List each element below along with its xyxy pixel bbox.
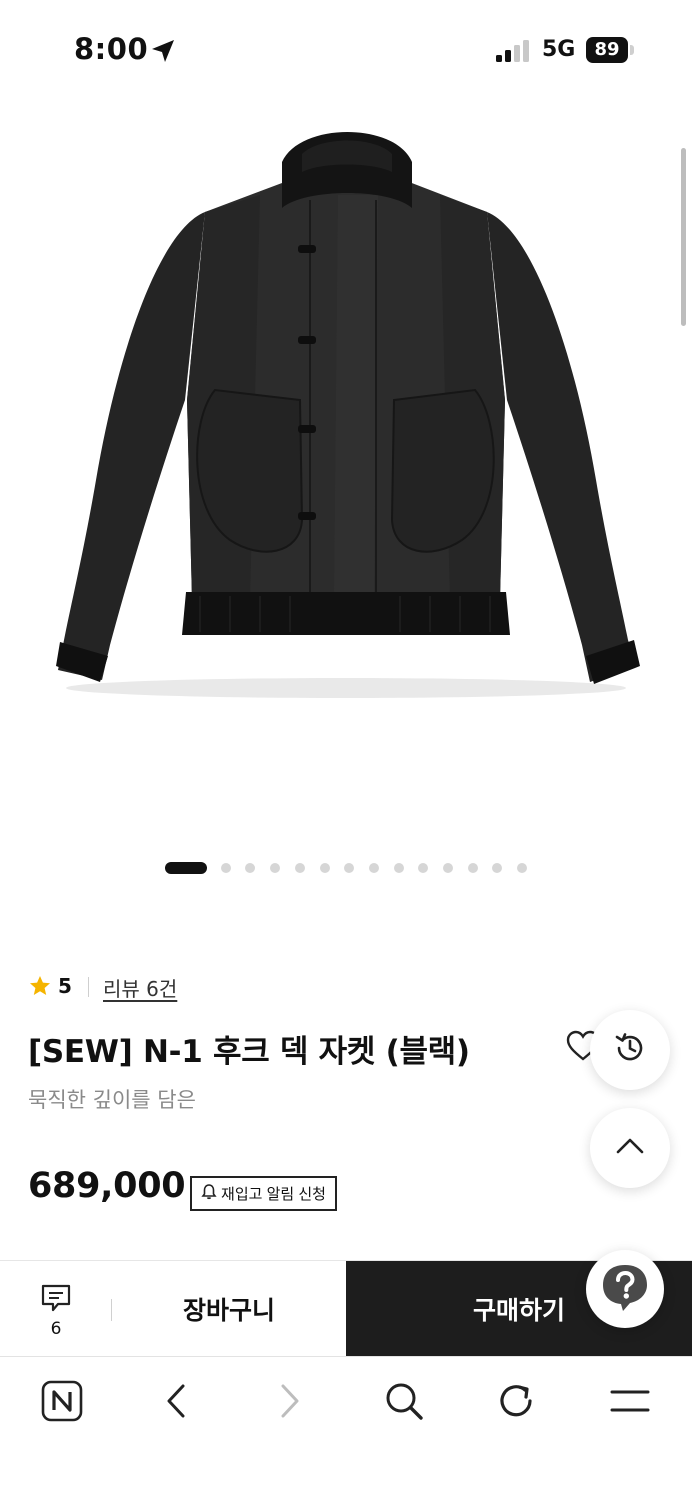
browser-nav-bar: [0, 1356, 692, 1500]
pager-dot[interactable]: [443, 863, 453, 873]
help-button[interactable]: [586, 1250, 664, 1328]
pager-dot[interactable]: [468, 863, 478, 873]
network-label: 5G: [542, 37, 576, 62]
bell-icon: [201, 1183, 217, 1204]
search-icon[interactable]: [374, 1377, 434, 1425]
pager-dot[interactable]: [295, 863, 305, 873]
comment-count: 6: [50, 1319, 62, 1339]
signal-icon: [496, 40, 532, 66]
naver-home-icon[interactable]: [32, 1377, 92, 1425]
pager-dot[interactable]: [344, 863, 354, 873]
forward-icon[interactable]: [260, 1377, 320, 1425]
pager-dot[interactable]: [418, 863, 428, 873]
pager-dot[interactable]: [270, 863, 280, 873]
restock-alert-label: 재입고 알림 신청: [221, 1186, 326, 1203]
cart-button[interactable]: 장바구니: [112, 1261, 346, 1357]
comment-icon: [40, 1283, 72, 1317]
status-time: 8:00: [74, 32, 149, 66]
jacket-illustration: [56, 132, 640, 698]
pager-dot[interactable]: [221, 863, 231, 873]
product-subtitle: 묵직한 깊이를 담은: [28, 1088, 196, 1112]
pager-dot[interactable]: [369, 863, 379, 873]
pager-dot[interactable]: [245, 863, 255, 873]
status-bar: 8:00 5G 89: [0, 0, 692, 100]
restock-alert-button[interactable]: 재입고 알림 신청: [190, 1176, 337, 1211]
pager-dot[interactable]: [492, 863, 502, 873]
question-icon: [597, 1259, 653, 1319]
menu-icon[interactable]: [600, 1377, 660, 1425]
pager-dot[interactable]: [320, 863, 330, 873]
pager-dot[interactable]: [517, 863, 527, 873]
product-title: [SEW] N-1 후크 덱 자켓 (블랙): [28, 1034, 470, 1070]
star-icon: [28, 974, 52, 1002]
scroll-indicator[interactable]: [681, 148, 686, 326]
chevron-up-icon: [615, 1136, 645, 1160]
comment-button[interactable]: 6: [0, 1261, 112, 1357]
rating-divider: [88, 977, 89, 997]
pager-dot-active[interactable]: [165, 862, 207, 874]
pager-dot[interactable]: [394, 863, 404, 873]
scroll-top-button[interactable]: [590, 1108, 670, 1188]
history-icon: [613, 1031, 647, 1069]
price: 689,000: [28, 1166, 186, 1206]
history-button[interactable]: [590, 1010, 670, 1090]
location-arrow-icon: [150, 38, 176, 68]
refresh-icon[interactable]: [487, 1377, 547, 1425]
image-pager[interactable]: [0, 862, 692, 874]
review-link[interactable]: 리뷰 6건: [103, 973, 177, 1002]
battery-tip: [630, 45, 634, 55]
battery-icon: 89: [586, 37, 628, 63]
back-icon[interactable]: [146, 1377, 206, 1425]
product-image[interactable]: [0, 100, 692, 840]
rating-value: 5: [58, 974, 72, 998]
